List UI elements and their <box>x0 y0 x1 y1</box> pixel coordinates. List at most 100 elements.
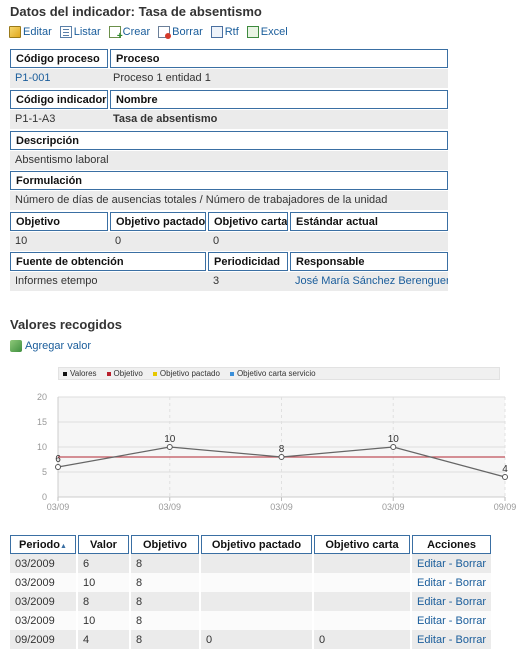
legend-swatch-objetivo-pactado <box>152 371 157 376</box>
data-point <box>278 454 285 460</box>
legend-swatch-objetivo-carta <box>229 371 234 376</box>
sort-asc-icon: ▲ <box>60 542 67 550</box>
table-row: 03/2009 6 8 Editar - Borrar <box>10 554 492 573</box>
objetivo-value: 10 <box>10 232 110 251</box>
cell-objetivo: 8 <box>131 592 199 611</box>
responsable-link[interactable]: José María Sánchez Berenguer <box>295 275 448 287</box>
nombre-value: Tasa de absentismo <box>108 110 448 129</box>
cell-pactado: 0 <box>201 630 312 649</box>
cell-periodo: 03/2009 <box>10 611 76 630</box>
actions-separator: - <box>445 595 456 608</box>
page-title: Datos del indicador: Tasa de absentismo <box>10 4 262 19</box>
cell-valor: 6 <box>78 554 129 573</box>
x-tick-label: 03/09 <box>158 502 181 512</box>
line-chart: 0 5 10 15 20 03/09 03/09 03/09 03/09 09/09 6 10 8 10 4 <box>37 392 516 512</box>
legend-item-valores: Valores <box>63 369 97 378</box>
cell-acciones: Editar - Borrar <box>412 573 492 592</box>
th-objetivo[interactable]: Objetivo <box>131 535 199 554</box>
delete-icon <box>158 26 172 39</box>
cell-acciones: Editar - Borrar <box>412 630 492 649</box>
x-tick-label: 03/09 <box>47 502 70 512</box>
value-row-descripcion: Absentismo laboral <box>10 151 448 170</box>
cell-periodo: 03/2009 <box>10 592 76 611</box>
edit-row-link[interactable]: Editar <box>417 558 446 570</box>
delete-row-link[interactable]: Borrar <box>456 577 487 589</box>
cell-carta <box>314 592 410 611</box>
edit-row-link[interactable]: Editar <box>417 596 446 608</box>
toolbar: Editar Listar Crear Borrar Rtf Excel <box>9 26 296 42</box>
objetivo-carta-label: Objetivo carta <box>208 212 288 231</box>
value-row-objetivos: 10 0 0 <box>10 232 448 251</box>
actions-separator: - <box>445 633 456 646</box>
actions-separator: - <box>445 614 456 627</box>
edit-row-link[interactable]: Editar <box>417 615 446 627</box>
table-row: 03/2009 8 8 Editar - Borrar <box>10 592 492 611</box>
cell-objetivo: 8 <box>131 630 199 649</box>
codigo-proceso-link[interactable]: P1-001 <box>15 72 50 84</box>
cell-periodo: 09/2009 <box>10 630 76 649</box>
descripcion-label: Descripción <box>10 131 448 150</box>
data-label: 4 <box>502 464 508 475</box>
value-row-fuente: Informes etempo 3 José María Sánchez Ber… <box>10 272 448 291</box>
fuente-value: Informes etempo <box>10 272 208 291</box>
create-icon <box>108 26 123 42</box>
delete-row-link[interactable]: Borrar <box>456 634 487 646</box>
edit-row-link[interactable]: Editar <box>417 634 446 646</box>
rtf-button[interactable]: Rtf <box>210 26 239 38</box>
th-objetivo-pactado[interactable]: Objetivo pactado <box>201 535 312 554</box>
excel-icon <box>246 26 259 38</box>
edit-button[interactable]: Editar <box>9 26 52 38</box>
excel-button[interactable]: Excel <box>246 26 288 38</box>
cell-periodo: 03/2009 <box>10 554 76 573</box>
cell-valor: 4 <box>78 630 129 649</box>
codigo-indicador-label: Código indicador <box>10 90 108 109</box>
objetivo-label: Objetivo <box>10 212 108 231</box>
th-valor[interactable]: Valor <box>78 535 129 554</box>
objetivo-carta-value: 0 <box>208 232 290 251</box>
cell-valor: 10 <box>78 611 129 630</box>
legend-item-objetivo-pactado: Objetivo pactado <box>152 369 220 378</box>
cell-objetivo: 8 <box>131 611 199 630</box>
table-row: 03/2009 10 8 Editar - Borrar <box>10 611 492 630</box>
data-point <box>390 444 397 450</box>
periodicidad-label: Periodicidad <box>208 252 288 271</box>
rtf-icon <box>210 26 223 38</box>
header-row-descripcion: Descripción <box>10 131 448 150</box>
valores-title: Valores recogidos <box>10 317 122 332</box>
edit-row-link[interactable]: Editar <box>417 577 446 589</box>
cell-carta: 0 <box>314 630 410 649</box>
header-row-proceso: Código proceso Proceso <box>10 49 448 68</box>
table-header-row: Periodo▲ Valor Objetivo Objetivo pactado… <box>10 535 492 554</box>
header-row-fuente: Fuente de obtención Periodicidad Respons… <box>10 252 448 271</box>
y-tick-label: 10 <box>37 442 47 452</box>
th-periodo[interactable]: Periodo▲ <box>10 535 76 554</box>
header-row-indicador: Código indicador Nombre <box>10 90 448 109</box>
objetivo-pactado-label: Objetivo pactado <box>110 212 206 231</box>
delete-button[interactable]: Borrar <box>158 26 203 39</box>
y-tick-label: 0 <box>42 492 47 502</box>
codigo-indicador-value: P1-1-A3 <box>10 110 108 129</box>
table-row: 03/2009 10 8 Editar - Borrar <box>10 573 492 592</box>
value-row-proceso: P1-001 Proceso 1 entidad 1 <box>10 69 448 88</box>
cell-pactado <box>201 554 312 573</box>
th-objetivo-carta[interactable]: Objetivo carta <box>314 535 410 554</box>
value-row-formulacion: Número de días de ausencias totales / Nú… <box>10 191 448 210</box>
cell-acciones: Editar - Borrar <box>412 611 492 630</box>
table-row: 09/2009 4 8 0 0 Editar - Borrar <box>10 630 492 649</box>
add-value-icon <box>10 340 22 352</box>
cell-carta <box>314 573 410 592</box>
proceso-value: Proceso 1 entidad 1 <box>108 69 448 88</box>
codigo-proceso-label: Código proceso <box>10 49 108 68</box>
cell-carta <box>314 611 410 630</box>
delete-row-link[interactable]: Borrar <box>456 558 487 570</box>
header-row-formulacion: Formulación <box>10 171 448 190</box>
valores-table: Periodo▲ Valor Objetivo Objetivo pactado… <box>8 535 493 649</box>
create-button[interactable]: Crear <box>108 26 150 42</box>
delete-row-link[interactable]: Borrar <box>456 615 487 627</box>
cell-valor: 10 <box>78 573 129 592</box>
add-value-button[interactable]: Agregar valor <box>10 340 91 352</box>
data-label: 10 <box>164 434 176 445</box>
list-button[interactable]: Listar <box>59 26 101 38</box>
formulacion-value: Número de días de ausencias totales / Nú… <box>10 191 448 210</box>
delete-row-link[interactable]: Borrar <box>456 596 487 608</box>
